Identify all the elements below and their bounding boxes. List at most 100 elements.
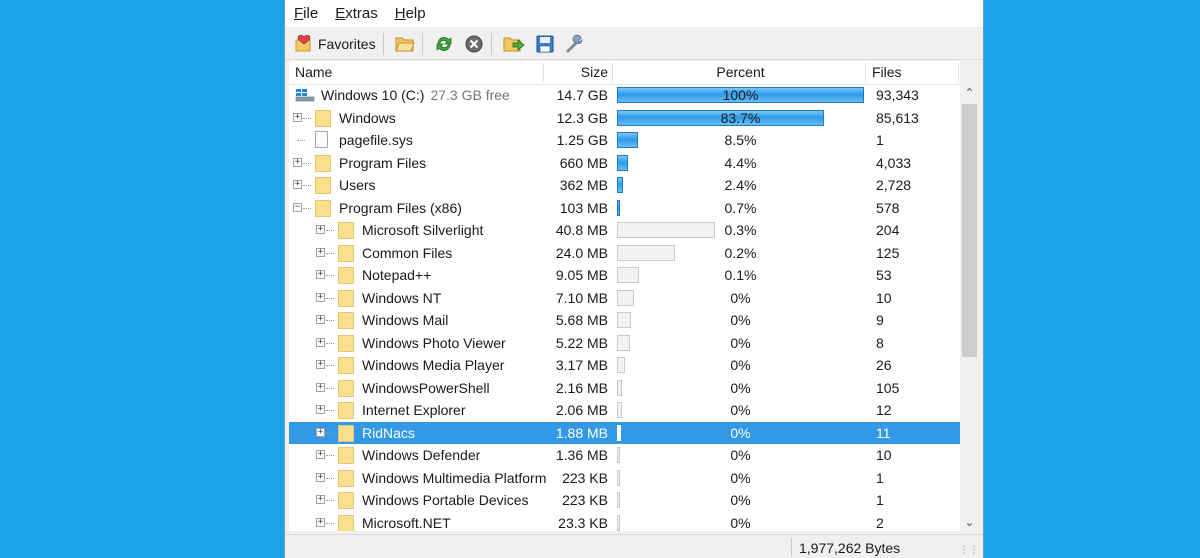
column-name[interactable]: Name	[295, 61, 332, 84]
row-name: Windows Multimedia Platform	[362, 469, 547, 486]
tree-connector	[326, 432, 334, 434]
drive-row[interactable]: Windows 10 (C:) 27.3 GB free 14.7 GB 100%…	[289, 84, 960, 107]
row-size: 223 KB	[562, 469, 608, 486]
expand-icon[interactable]: +	[316, 427, 325, 437]
expand-icon[interactable]: +	[316, 405, 325, 414]
tree-row[interactable]: + Windows Portable Devices 223 KB 0% 1	[289, 489, 960, 512]
tree-row[interactable]: − Program Files (x86) 103 MB 0.7% 578	[289, 197, 960, 220]
ridnacs-window: File Extras Help Favorites Name Size Per…	[284, 0, 984, 558]
expand-icon[interactable]: +	[316, 360, 325, 369]
column-header: Name Size Percent Files	[289, 61, 960, 85]
tree-row[interactable]: + Windows Mail 5.68 MB 0% 9	[289, 309, 960, 332]
tree-row[interactable]: + Windows Defender 1.36 MB 0% 10	[289, 444, 960, 467]
row-size: 9.05 MB	[555, 267, 608, 283]
expand-icon[interactable]: +	[316, 517, 325, 527]
folder-icon	[338, 514, 354, 531]
expand-icon[interactable]: +	[316, 472, 325, 482]
row-percent: 8.5%	[724, 132, 757, 148]
expand-icon[interactable]: +	[316, 270, 325, 279]
row-files: 1	[876, 132, 884, 148]
expand-icon[interactable]: +	[293, 180, 302, 189]
row-percent: 0%	[730, 447, 751, 463]
refresh-icon	[436, 36, 451, 51]
column-divider[interactable]	[612, 63, 613, 82]
save-button[interactable]	[532, 31, 558, 57]
scroll-down-icon[interactable]: ⌄	[960, 513, 979, 531]
toolbar-separator	[490, 32, 492, 55]
tree-row[interactable]: + Microsoft.NET 23.3 KB 0% 2	[289, 512, 960, 531]
tree-row[interactable]: + Program Files 660 MB 4.4% 4,033	[289, 152, 960, 175]
row-percent: 0%	[730, 469, 751, 486]
row-size: 1.25 GB	[556, 132, 608, 148]
scroll-up-icon[interactable]: ⌃	[960, 84, 979, 102]
folder-icon	[338, 289, 354, 307]
row-percent: 0.7%	[724, 199, 757, 216]
row-files: 53	[876, 267, 892, 283]
expand-icon[interactable]: +	[316, 225, 325, 234]
tree-row[interactable]: + Windows Multimedia Platform 223 KB 0% 1	[289, 467, 960, 490]
tree-row[interactable]: + WindowsPowerShell 2.16 MB 0% 105	[289, 377, 960, 400]
tree-row[interactable]: + Windows 12.3 GB 83.7% 85,613	[289, 107, 960, 130]
row-files: 1	[876, 492, 884, 508]
folder-tree-list[interactable]: Name Size Percent Files Windows 10 (C:) 2…	[289, 61, 960, 531]
row-name: Program Files (x86)	[339, 199, 462, 216]
column-divider[interactable]	[958, 63, 959, 82]
tree-connector	[326, 455, 334, 456]
row-files: 125	[876, 244, 900, 261]
tree-row[interactable]: + Common Files 24.0 MB 0.2% 125	[289, 242, 960, 265]
tree-row[interactable]: + Windows Media Player 3.17 MB 0% 26	[289, 354, 960, 377]
row-percent: 0%	[730, 402, 751, 418]
menu-extras[interactable]: Extras	[326, 5, 386, 22]
expand-icon[interactable]: +	[316, 495, 325, 504]
expand-icon[interactable]: +	[316, 337, 325, 347]
toolbar-separator	[382, 32, 384, 55]
tree-row[interactable]: + Notepad++ 9.05 MB 0.1% 53	[289, 264, 960, 287]
save-icon	[536, 35, 554, 52]
tree-row[interactable]: pagefile.sys 1.25 GB 8.5% 1	[289, 129, 960, 152]
row-size: 5.68 MB	[555, 312, 608, 328]
column-percent[interactable]: Percent	[617, 61, 864, 84]
expand-icon[interactable]: +	[316, 292, 325, 302]
tree-connector	[303, 185, 311, 186]
expand-icon[interactable]: +	[293, 112, 302, 122]
row-percent: 0%	[730, 379, 751, 396]
menu-help[interactable]: Help	[386, 5, 434, 22]
row-name: pagefile.sys	[339, 132, 413, 148]
expand-icon[interactable]: +	[316, 382, 325, 392]
tree-row[interactable]: + Windows NT 7.10 MB 0% 10	[289, 287, 960, 310]
stop-button[interactable]	[461, 31, 487, 57]
collapse-icon[interactable]: −	[293, 202, 302, 212]
tree-row[interactable]: + Microsoft Silverlight 40.8 MB 0.3% 204	[289, 219, 960, 242]
menu-file[interactable]: File	[285, 5, 326, 22]
scroll-thumb[interactable]	[962, 104, 977, 357]
expand-icon[interactable]: +	[293, 157, 302, 167]
expand-icon[interactable]: +	[316, 450, 325, 459]
export-button[interactable]	[500, 31, 528, 57]
row-name: Windows Defender	[362, 447, 481, 463]
tree-row[interactable]: + RidNacs 1.88 MB 0% 11	[289, 421, 960, 444]
expand-icon[interactable]: +	[316, 315, 325, 324]
refresh-button[interactable]	[431, 31, 457, 57]
folder-icon	[338, 492, 354, 509]
row-size: 223 KB	[562, 492, 608, 508]
favorites-button[interactable]: Favorites	[291, 31, 379, 57]
column-size[interactable]: Size	[544, 61, 608, 84]
drive-icon	[295, 89, 315, 102]
tree-row[interactable]: + Internet Explorer 2.06 MB 0% 12	[289, 399, 960, 422]
folder-icon	[338, 334, 354, 352]
export-icon	[503, 37, 525, 51]
vertical-scrollbar[interactable]: ⌃ ⌄	[960, 84, 979, 531]
tree-connector	[326, 230, 334, 231]
tree-row[interactable]: + Windows Photo Viewer 5.22 MB 0% 8	[289, 332, 960, 355]
row-percent: 2.4%	[724, 177, 757, 193]
column-files[interactable]: Files	[872, 61, 902, 84]
tree-row[interactable]: + Users 362 MB 2.4% 2,728	[289, 174, 960, 197]
resize-grip-icon[interactable]: ⋮⋮	[959, 545, 979, 556]
open-folder-button[interactable]	[392, 31, 418, 57]
expand-icon[interactable]: +	[316, 247, 325, 257]
settings-button[interactable]	[562, 31, 588, 57]
column-divider[interactable]	[865, 63, 866, 82]
row-files: 105	[876, 379, 900, 396]
row-files: 12	[876, 402, 892, 418]
row-files: 85,613	[876, 109, 919, 126]
